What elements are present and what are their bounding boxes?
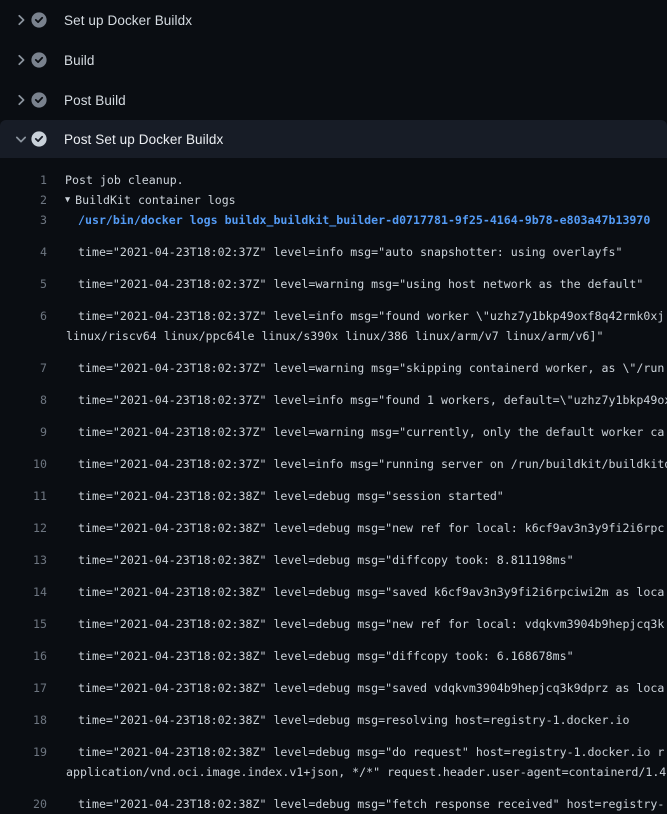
chevron-right-icon	[13, 92, 29, 108]
line-number[interactable]: 10	[0, 454, 47, 474]
log-line: 10time="2021-04-23T18:02:37Z" level=info…	[0, 442, 667, 474]
line-number[interactable]: 3	[0, 210, 47, 230]
log-line: 1Post job cleanup.	[0, 170, 667, 190]
log-line: 3/usr/bin/docker logs buildx_buildkit_bu…	[0, 210, 667, 230]
log-text: time="2021-04-23T18:02:38Z" level=debug …	[47, 646, 574, 666]
log-line: 15time="2021-04-23T18:02:38Z" level=debu…	[0, 602, 667, 634]
log-text: time="2021-04-23T18:02:37Z" level=warnin…	[47, 422, 664, 442]
step-header-post-set-up-docker-buildx[interactable]: Post Set up Docker Buildx	[0, 120, 667, 158]
log-text: application/vnd.oci.image.index.v1+json,…	[47, 762, 666, 782]
log-group-title[interactable]: BuildKit container logs	[70, 190, 236, 210]
step-title: Post Build	[64, 93, 126, 108]
log-text: time="2021-04-23T18:02:38Z" level=debug …	[47, 710, 629, 730]
steps-list: Set up Docker Buildx Build Post Build Po…	[0, 0, 667, 158]
step-header-post-build[interactable]: Post Build	[0, 80, 667, 120]
log-line: 18time="2021-04-23T18:02:38Z" level=debu…	[0, 698, 667, 730]
log-line: 16time="2021-04-23T18:02:38Z" level=debu…	[0, 634, 667, 666]
log-line: 4time="2021-04-23T18:02:37Z" level=info …	[0, 230, 667, 262]
chevron-down-icon	[13, 131, 29, 147]
line-number[interactable]: 2	[0, 190, 47, 210]
check-circle-icon	[31, 131, 47, 147]
log-line: 13time="2021-04-23T18:02:38Z" level=debu…	[0, 538, 667, 570]
log-text: time="2021-04-23T18:02:38Z" level=debug …	[47, 794, 664, 814]
log-line: 14time="2021-04-23T18:02:38Z" level=debu…	[0, 570, 667, 602]
log-text: time="2021-04-23T18:02:37Z" level=warnin…	[47, 274, 643, 294]
log-line: 12time="2021-04-23T18:02:38Z" level=debu…	[0, 506, 667, 538]
log-text: time="2021-04-23T18:02:38Z" level=debug …	[47, 550, 574, 570]
line-number[interactable]: 6	[0, 306, 47, 326]
log-text: time="2021-04-23T18:02:37Z" level=info m…	[47, 454, 667, 474]
check-circle-icon	[31, 12, 47, 28]
step-title: Set up Docker Buildx	[64, 13, 192, 28]
line-number[interactable]: 1	[0, 170, 47, 190]
line-number	[0, 326, 47, 346]
line-number[interactable]: 17	[0, 678, 47, 698]
log-line: 11time="2021-04-23T18:02:38Z" level=debu…	[0, 474, 667, 506]
log-line-continuation: linux/riscv64 linux/ppc64le linux/s390x …	[0, 326, 667, 346]
log-group-toggle-icon[interactable]: ▼	[47, 190, 70, 210]
step-title: Post Set up Docker Buildx	[64, 132, 223, 147]
log-text: time="2021-04-23T18:02:38Z" level=debug …	[47, 614, 664, 634]
log-command-text: /usr/bin/docker logs buildx_buildkit_bui…	[47, 210, 650, 230]
line-number[interactable]: 18	[0, 710, 47, 730]
line-number[interactable]: 15	[0, 614, 47, 634]
line-number[interactable]: 5	[0, 274, 47, 294]
log-text: time="2021-04-23T18:02:38Z" level=debug …	[47, 742, 664, 762]
log-line: 5time="2021-04-23T18:02:37Z" level=warni…	[0, 262, 667, 294]
log-line: 2▼BuildKit container logs	[0, 190, 667, 210]
chevron-right-icon	[13, 52, 29, 68]
step-title: Build	[64, 53, 95, 68]
log-text: time="2021-04-23T18:02:38Z" level=debug …	[47, 518, 664, 538]
log-text: time="2021-04-23T18:02:37Z" level=info m…	[47, 242, 622, 262]
line-number[interactable]: 12	[0, 518, 47, 538]
line-number[interactable]: 11	[0, 486, 47, 506]
log-lines: 1Post job cleanup.2▼BuildKit container l…	[0, 158, 667, 814]
log-line: 9time="2021-04-23T18:02:37Z" level=warni…	[0, 410, 667, 442]
line-number[interactable]: 4	[0, 242, 47, 262]
log-line: 8time="2021-04-23T18:02:37Z" level=info …	[0, 378, 667, 410]
line-number[interactable]: 19	[0, 742, 47, 762]
log-line: 6time="2021-04-23T18:02:37Z" level=info …	[0, 294, 667, 326]
log-text: time="2021-04-23T18:02:38Z" level=debug …	[47, 486, 504, 506]
line-number[interactable]: 9	[0, 422, 47, 442]
line-number[interactable]: 16	[0, 646, 47, 666]
chevron-right-icon	[13, 12, 29, 28]
log-text: time="2021-04-23T18:02:38Z" level=debug …	[47, 678, 664, 698]
log-line: 19time="2021-04-23T18:02:38Z" level=debu…	[0, 730, 667, 762]
step-header-build[interactable]: Build	[0, 40, 667, 80]
log-text: time="2021-04-23T18:02:38Z" level=debug …	[47, 582, 664, 602]
line-number[interactable]: 20	[0, 794, 47, 814]
check-circle-icon	[31, 92, 47, 108]
line-number[interactable]: 14	[0, 582, 47, 602]
log-text: linux/riscv64 linux/ppc64le linux/s390x …	[47, 326, 603, 346]
log-line-continuation: application/vnd.oci.image.index.v1+json,…	[0, 762, 667, 782]
check-circle-icon	[31, 52, 47, 68]
log-line: 17time="2021-04-23T18:02:38Z" level=debu…	[0, 666, 667, 698]
log-line: 20time="2021-04-23T18:02:38Z" level=debu…	[0, 782, 667, 814]
log-text: time="2021-04-23T18:02:37Z" level=warnin…	[47, 358, 664, 378]
step-header-set-up-docker-buildx[interactable]: Set up Docker Buildx	[0, 0, 667, 40]
log-text: time="2021-04-23T18:02:37Z" level=info m…	[47, 306, 664, 326]
line-number[interactable]: 8	[0, 390, 47, 410]
log-line: 7time="2021-04-23T18:02:37Z" level=warni…	[0, 346, 667, 378]
log-text: Post job cleanup.	[47, 170, 184, 190]
log-text: time="2021-04-23T18:02:37Z" level=info m…	[47, 390, 667, 410]
line-number	[0, 762, 47, 782]
line-number[interactable]: 7	[0, 358, 47, 378]
line-number[interactable]: 13	[0, 550, 47, 570]
